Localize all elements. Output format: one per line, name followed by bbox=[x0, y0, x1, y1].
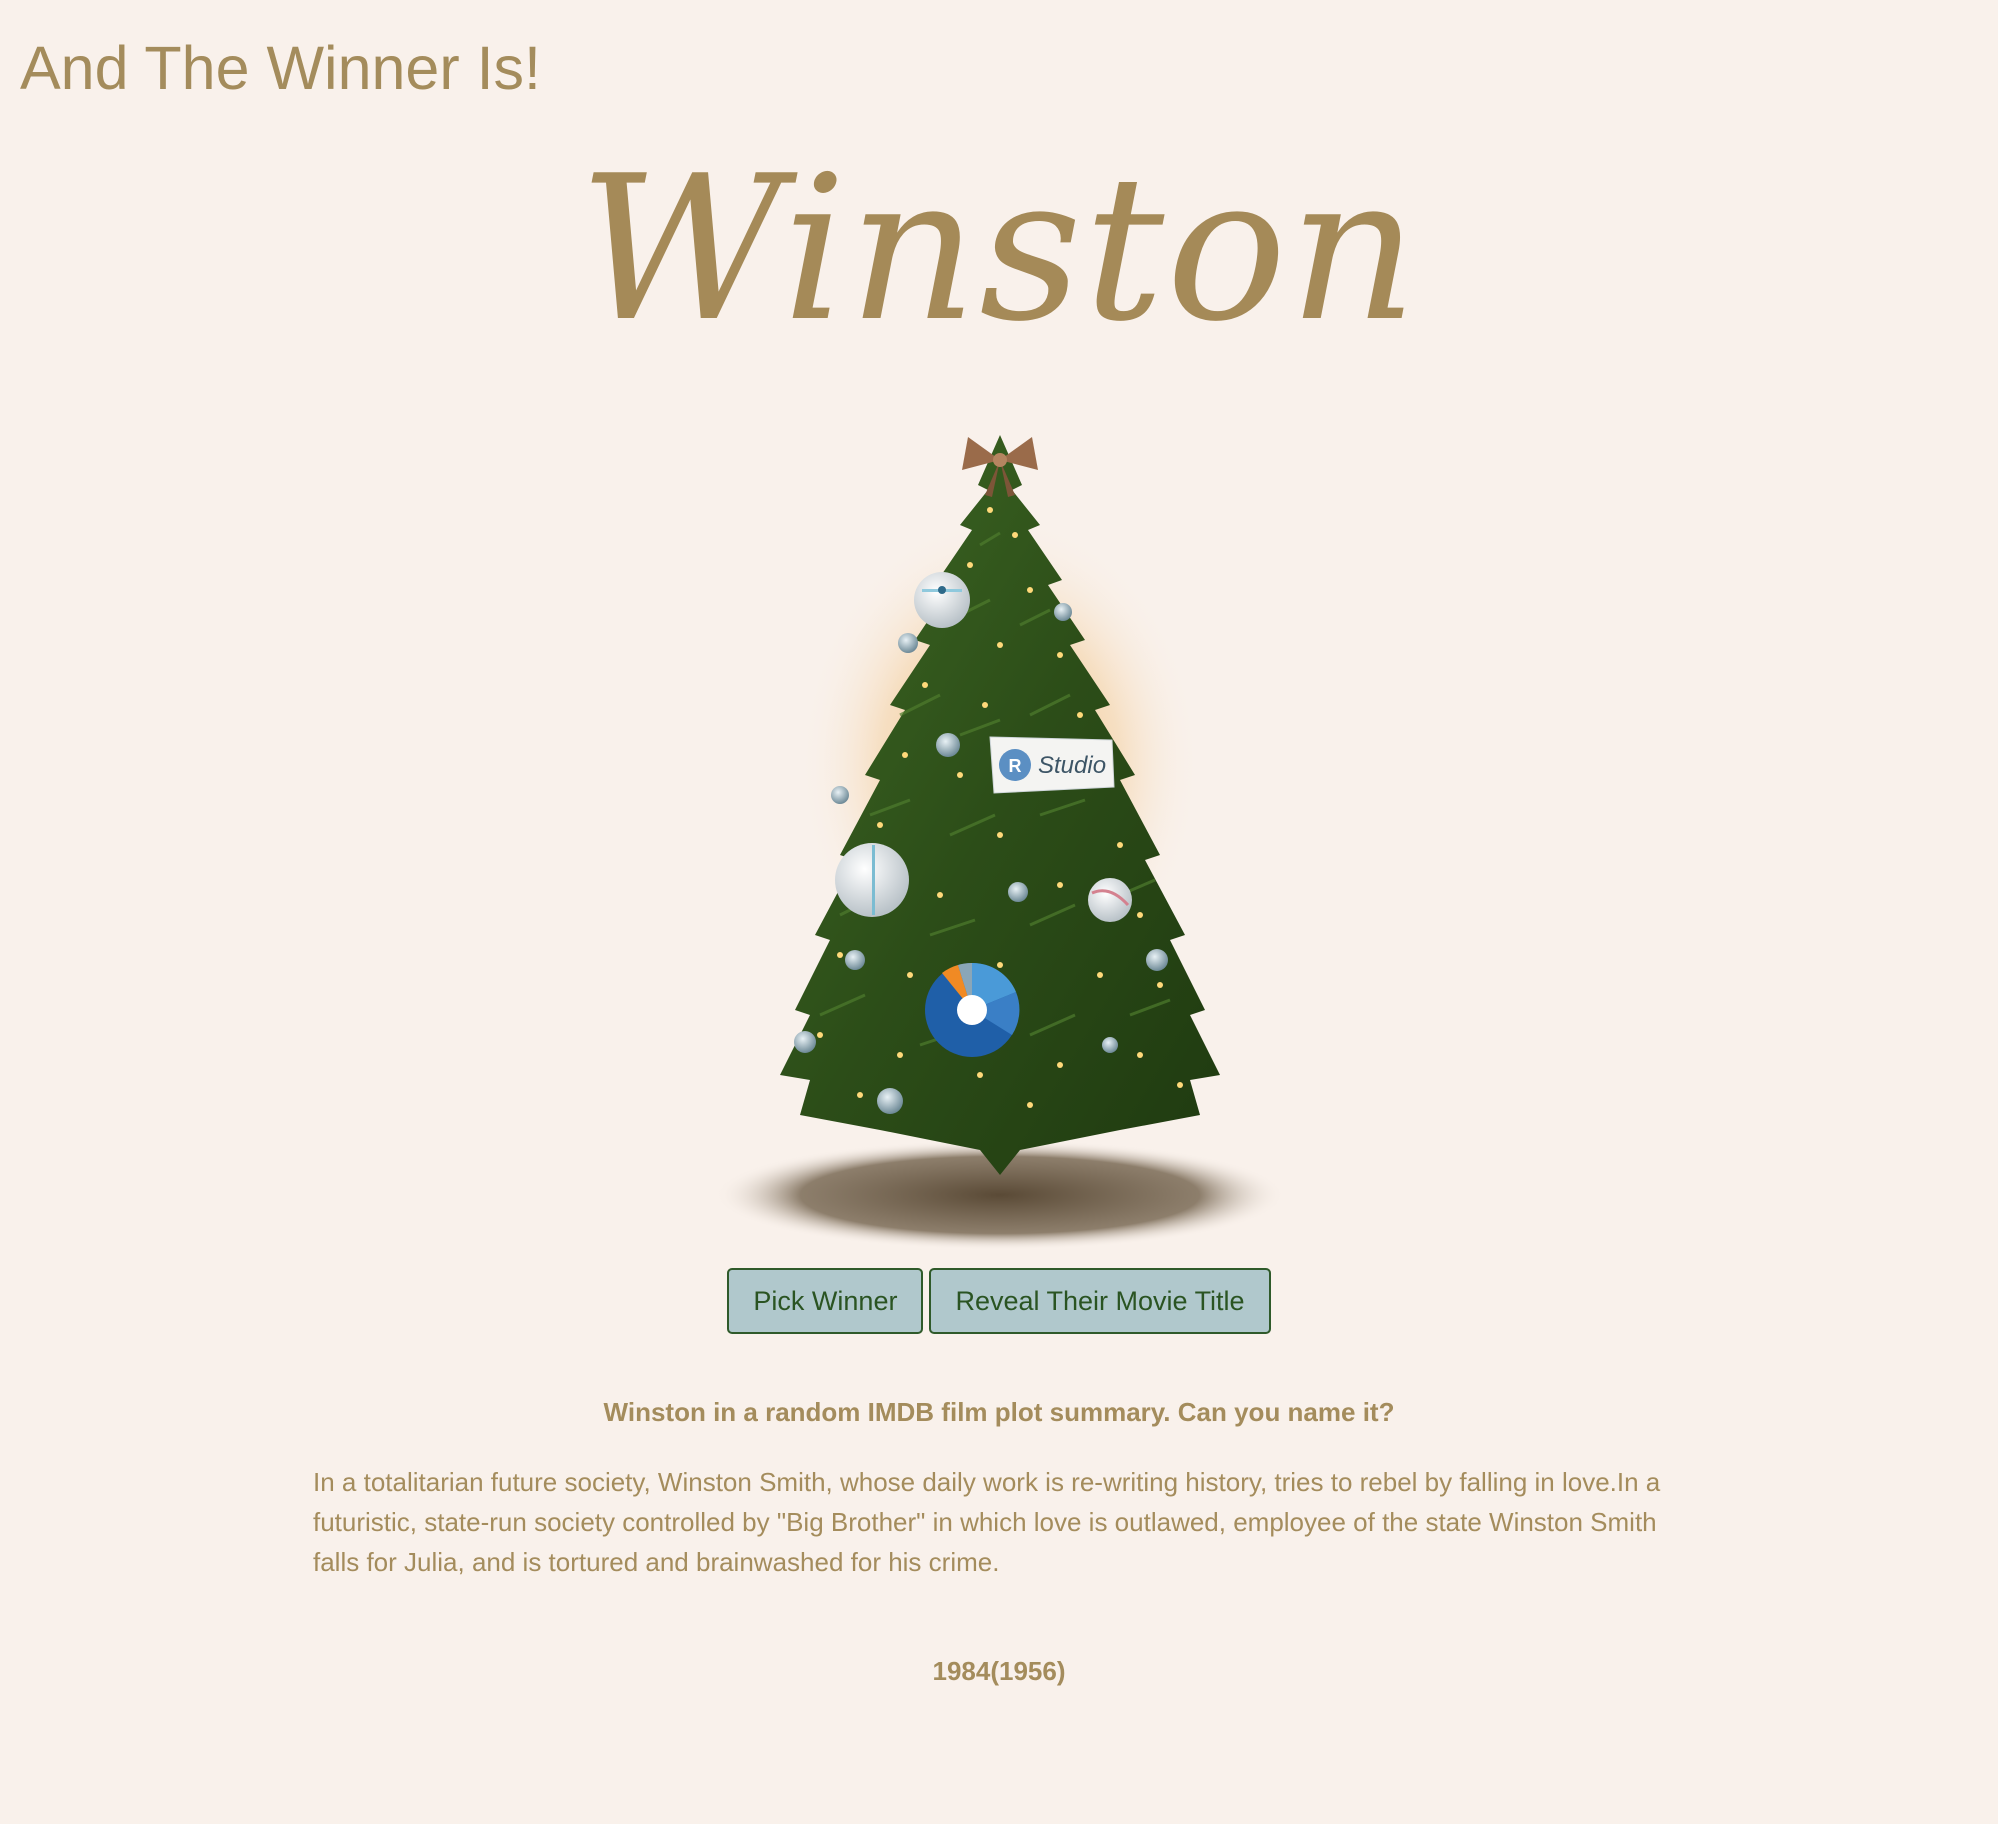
pick-winner-button[interactable]: Pick Winner bbox=[727, 1268, 924, 1334]
ornament-left bbox=[835, 843, 909, 917]
winner-name: Winston bbox=[578, 133, 1420, 366]
reveal-movie-title-button[interactable]: Reveal Their Movie Title bbox=[929, 1268, 1271, 1334]
button-row: Pick Winner Reveal Their Movie Title bbox=[0, 1268, 1998, 1334]
rstudio-sign-ornament: R Studio bbox=[989, 736, 1115, 794]
plot-question: Winston in a random IMDB film plot summa… bbox=[603, 1397, 1395, 1427]
ornament-top bbox=[914, 572, 970, 628]
christmas-tree-image: R Studio bbox=[700, 415, 1300, 1265]
plot-summary: In a totalitarian future society, Winsto… bbox=[313, 1467, 1661, 1577]
rstudio-label: Studio bbox=[1038, 752, 1106, 779]
r-logo-letter: R bbox=[1009, 756, 1022, 776]
christmas-tree-svg: R Studio bbox=[715, 435, 1285, 1250]
pie-chart-ornament bbox=[925, 962, 1020, 1057]
movie-title: 1984(1956) bbox=[932, 1656, 1066, 1686]
ornament-right bbox=[1088, 878, 1132, 922]
page-title: And The Winner Is! bbox=[20, 34, 542, 102]
